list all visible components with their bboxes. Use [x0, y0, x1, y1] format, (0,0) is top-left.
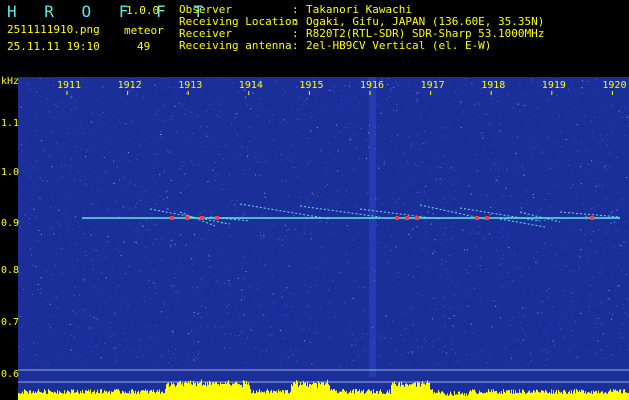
x-tick-label: 1911: [57, 80, 82, 91]
separator: :: [292, 39, 299, 52]
antenna-value: 2el-HB9CV Vertical (el. E-W): [306, 39, 492, 52]
spectrogram-canvas: [18, 77, 629, 400]
x-tick-label: 1912: [117, 80, 142, 91]
x-tick-label: 1914: [238, 80, 263, 91]
antenna-label: Receiving antenna: [179, 39, 292, 52]
y-tick-label: 0.7: [1, 317, 20, 328]
x-tick-label: 1916: [360, 80, 385, 91]
spectrogram-background: [18, 77, 629, 400]
detection-count: 49: [137, 40, 151, 53]
interference-band: [369, 77, 376, 377]
spectrogram: [0, 77, 629, 400]
x-tick-label: 1919: [541, 80, 566, 91]
x-tick-label: 1918: [481, 80, 506, 91]
x-tick-label: 1920: [602, 80, 627, 91]
file-name: 2511111910.png: [7, 23, 100, 36]
y-tick-label: 1.1: [1, 118, 20, 129]
date-time: 25.11.11 19:10: [7, 40, 100, 53]
app-version: 1.0.0: [126, 4, 160, 17]
detection-label: meteor: [124, 24, 164, 37]
header: H R O F F T 1.0.0 2511111910.png meteor …: [0, 0, 629, 77]
y-tick-label: 0.6: [1, 369, 20, 380]
y-tick-label: 0.9: [1, 218, 20, 229]
y-tick-label: 0.8: [1, 265, 20, 276]
x-tick-label: 1915: [299, 80, 324, 91]
x-tick-label: 1917: [420, 80, 445, 91]
antenna-row: Receiving antenna: 2el-HB9CV Vertical (el…: [179, 40, 491, 52]
unit-label: kHz: [1, 76, 20, 87]
x-tick-label: 1913: [178, 80, 203, 91]
y-tick-label: 1.0: [1, 167, 20, 178]
